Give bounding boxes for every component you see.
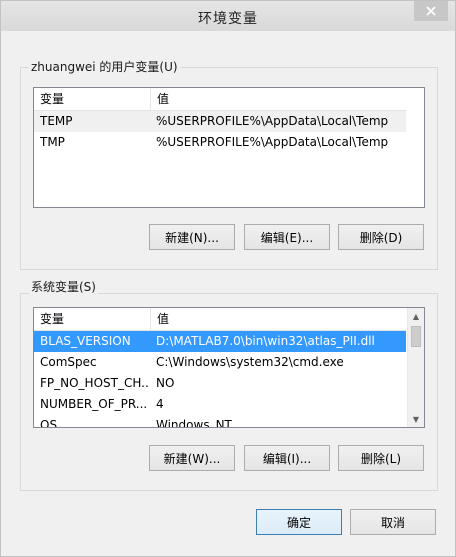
system-edit-button[interactable]: 编辑(I)... — [244, 445, 330, 471]
variable-value: C:\Windows\system32\cmd.exe — [156, 355, 344, 369]
list-item[interactable]: TEMP %USERPROFILE%\AppData\Local\Temp — [34, 111, 406, 132]
variable-value: %USERPROFILE%\AppData\Local\Temp — [156, 135, 389, 149]
scroll-up-arrow-icon[interactable]: ▲ — [408, 308, 424, 324]
scrollbar-thumb[interactable] — [411, 326, 421, 347]
environment-variables-dialog: 环境变量 zhuangwei 的用户变量(U) 变量 值 TEMP %USERP… — [0, 0, 456, 557]
close-button[interactable] — [414, 1, 448, 21]
system-variables-list[interactable]: 变量 值 BLAS_VERSION D:\MATLAB7.0\bin\win32… — [33, 307, 425, 428]
list-item[interactable]: NUMBER_OF_PR... 4 — [34, 394, 406, 415]
vertical-scrollbar[interactable]: ▲ ▼ — [407, 308, 424, 427]
variable-value: NO — [156, 376, 175, 390]
list-header: 变量 值 — [34, 88, 406, 111]
scroll-down-arrow-icon[interactable]: ▼ — [408, 411, 424, 427]
list-item[interactable]: FP_NO_HOST_CH... NO — [34, 373, 406, 394]
variable-name: BLAS_VERSION — [40, 334, 131, 348]
column-header-value[interactable]: 值 — [150, 88, 406, 110]
list-item[interactable]: OS Windows_NT — [34, 415, 406, 428]
system-new-button[interactable]: 新建(W)... — [149, 445, 235, 471]
variable-value: Windows_NT — [156, 418, 232, 428]
variable-value: D:\MATLAB7.0\bin\win32\atlas_PII.dll — [156, 334, 375, 348]
user-edit-button[interactable]: 编辑(E)... — [244, 224, 330, 250]
variable-value: 4 — [156, 397, 164, 411]
list-item[interactable]: ComSpec C:\Windows\system32\cmd.exe — [34, 352, 406, 373]
title-bar[interactable]: 环境变量 — [1, 1, 455, 31]
variable-name: TEMP — [40, 114, 73, 128]
system-delete-button[interactable]: 删除(L) — [338, 445, 424, 471]
list-item[interactable]: TMP %USERPROFILE%\AppData\Local\Temp — [34, 132, 406, 153]
system-variables-label: 系统变量(S) — [29, 280, 98, 294]
window-title: 环境变量 — [198, 11, 258, 27]
column-header-name[interactable]: 变量 — [34, 88, 150, 110]
user-new-button[interactable]: 新建(N)... — [149, 224, 235, 250]
list-item[interactable]: BLAS_VERSION D:\MATLAB7.0\bin\win32\atla… — [34, 331, 406, 352]
variable-name: FP_NO_HOST_CH... — [40, 376, 150, 390]
variable-value: %USERPROFILE%\AppData\Local\Temp — [156, 114, 389, 128]
variable-name: ComSpec — [40, 355, 97, 369]
ok-button[interactable]: 确定 — [256, 509, 342, 535]
close-icon — [426, 6, 436, 16]
variable-name: OS — [40, 418, 58, 428]
cancel-button[interactable]: 取消 — [350, 509, 436, 535]
column-header-value[interactable]: 值 — [150, 308, 406, 330]
user-variables-list[interactable]: 变量 值 TEMP %USERPROFILE%\AppData\Local\Te… — [33, 87, 425, 208]
user-variables-label: zhuangwei 的用户变量(U) — [29, 60, 180, 74]
variable-name: NUMBER_OF_PR... — [40, 397, 148, 411]
list-header: 变量 值 — [34, 308, 406, 331]
variable-name: TMP — [40, 135, 65, 149]
user-delete-button[interactable]: 删除(D) — [338, 224, 424, 250]
column-header-name[interactable]: 变量 — [34, 308, 150, 330]
